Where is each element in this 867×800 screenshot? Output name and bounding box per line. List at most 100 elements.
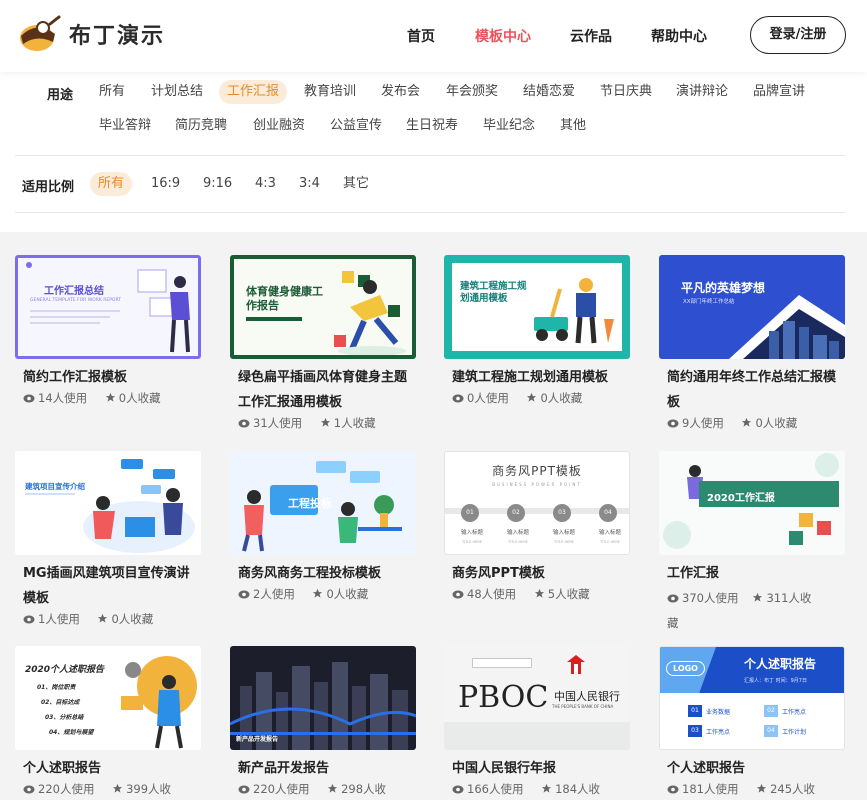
eye-icon [452, 394, 464, 403]
brand-logo[interactable]: 布丁演示 [17, 14, 165, 54]
ratio-filter-chip[interactable]: 其它 [335, 172, 377, 196]
template-thumbnail[interactable]: 2020个人述职报告 01、岗位职责 02、目标达成 03、分析总结 04、规划与展望 [15, 646, 201, 750]
template-thumbnail[interactable]: LOGO 个人述职报告 汇报人：布丁 时间：9月7日 01 业务数据 02 工作亮点 0… [659, 646, 845, 750]
top-header: 布丁演示 首页 模板中心 云作品 帮助中心 登录/注册 [0, 0, 867, 72]
thumb-item-sub: TITLE HERE [553, 540, 575, 544]
usage-filter-chip[interactable]: 其他 [552, 114, 594, 138]
template-title[interactable]: 工作汇报 [667, 561, 845, 586]
template-stats: 0人使用 0人收藏 [452, 390, 596, 406]
star-icon [328, 783, 338, 793]
nav-template-center[interactable]: 模板中心 [475, 26, 531, 46]
eye-icon [667, 419, 679, 428]
thumb-item-label: 工作计划 [782, 729, 807, 736]
worker-illustration-icon [534, 278, 614, 344]
usage-filter-chip[interactable]: 工作汇报 [219, 80, 288, 104]
thumb-item-label: 工作亮点 [706, 729, 731, 736]
usage-filter-chip[interactable]: 品牌宣讲 [745, 80, 813, 104]
thumb-item-number: 01 [688, 705, 702, 717]
ratio-filter-chip[interactable]: 16:9 [143, 172, 188, 196]
thumb-item: 04、规划与展望 [49, 729, 94, 736]
template-stats: 370人使用 311人收藏 [667, 586, 817, 636]
ratio-filter-chip[interactable]: 4:3 [247, 172, 284, 196]
usage-filter-chip[interactable]: 所有 [91, 80, 133, 104]
template-title[interactable]: 商务风PPT模板 [452, 561, 630, 586]
usage-filter-chip[interactable]: 毕业答辩 [91, 114, 159, 138]
star-icon [757, 783, 767, 793]
template-title[interactable]: 中国人民银行年报 [452, 756, 630, 781]
star-icon [527, 392, 537, 402]
usage-filter-chip[interactable]: 演讲辩论 [668, 80, 736, 104]
template-thumbnail[interactable]: 建筑工程施工规划通用模板 [444, 255, 630, 359]
eye-icon [238, 785, 250, 794]
usage-filter-chip[interactable]: 结婚恋爱 [515, 80, 583, 104]
thumb-subtitle-en: THE PEOPLE'S BANK OF CHINA [552, 704, 614, 709]
fav-count: 0人收藏 [526, 391, 582, 405]
usage-filter-chip[interactable]: 节日庆典 [592, 80, 660, 104]
pudding-logo-icon [17, 14, 61, 54]
template-thumbnail[interactable]: 工程投标 [230, 451, 416, 555]
thumb-title: 新产品开发报告 [236, 736, 279, 743]
thumb-item-number: 04 [764, 725, 778, 737]
usage-filter-chip[interactable]: 简历竞聘 [167, 114, 235, 138]
template-title[interactable]: 商务风商务工程投标模板 [238, 561, 416, 586]
ratio-filter-chip[interactable]: 3:4 [291, 172, 328, 196]
template-thumbnail[interactable]: 建筑项目宣传介绍 [15, 451, 201, 555]
thumb-subtitle: BUSINESS POWER POINT [492, 482, 582, 487]
nav-help-center[interactable]: 帮助中心 [651, 26, 707, 46]
usage-filter-chip[interactable]: 年会颁奖 [438, 80, 506, 104]
usage-filter-chip[interactable]: 创业融资 [245, 114, 313, 138]
template-stats: 220人使用 399人收 [23, 781, 185, 797]
use-count: 0人使用 [452, 391, 509, 405]
use-count: 31人使用 [238, 416, 302, 430]
thumb-title: 2020个人述职报告 [25, 665, 105, 675]
thumb-title: 工作汇报总结 [44, 286, 104, 297]
thumb-item-label: 输入标题 [506, 530, 529, 536]
usage-filter-chip[interactable]: 公益宣传 [322, 114, 390, 138]
thumb-title: 平凡的英雄梦想 [681, 281, 766, 295]
use-count: 220人使用 [23, 782, 94, 796]
template-thumbnail[interactable]: PBOC 中国人民银行 THE PEOPLE'S BANK OF CHINA [444, 646, 630, 750]
template-title[interactable]: 个人述职报告 [667, 756, 845, 781]
template-thumbnail[interactable]: 平凡的英雄梦想 XX部门年终工作总结 [659, 255, 845, 359]
thumb-item-number: 01 [461, 504, 479, 522]
template-title[interactable]: 新产品开发报告 [238, 756, 416, 781]
thumb-title: 2020工作汇报 [707, 493, 775, 504]
fav-count: 0人收藏 [741, 416, 797, 430]
template-thumbnail[interactable]: 体育健身健康工作报告 [230, 255, 416, 359]
template-title[interactable]: 简约通用年终工作总结汇报模板 [667, 365, 845, 415]
thumb-subtitle: XX部门年终工作总结 [683, 299, 735, 305]
thumb-logo: LOGO [666, 661, 705, 676]
template-thumbnail[interactable]: 新产品开发报告 [230, 646, 416, 750]
template-title[interactable]: 简约工作汇报模板 [23, 365, 201, 390]
template-thumbnail[interactable]: 2020工作汇报 [659, 451, 845, 555]
thumb-subtitle: 中国人民银行 [554, 690, 620, 703]
template-stats: 2人使用 0人收藏 [238, 586, 382, 602]
nav-home[interactable]: 首页 [407, 26, 435, 46]
use-count: 370人使用 [667, 591, 738, 605]
template-title[interactable]: MG插画风建筑项目宣传演讲模板 [23, 561, 201, 611]
login-register-button[interactable]: 登录/注册 [750, 16, 846, 54]
usage-filter-chip[interactable]: 生日祝寿 [398, 114, 466, 138]
ratio-filter-chip[interactable]: 所有 [90, 172, 133, 196]
template-title[interactable]: 个人述职报告 [23, 756, 201, 781]
fav-count: 298人收 [327, 782, 386, 796]
template-title[interactable]: 建筑工程施工规划通用模板 [452, 365, 630, 390]
template-title[interactable]: 绿色扁平插画风体育健身主题工作汇报通用模板 [238, 365, 416, 415]
usage-filter-chip[interactable]: 计划总结 [143, 80, 211, 104]
fav-count: 0人收藏 [312, 587, 368, 601]
template-stats: 48人使用 5人收藏 [452, 586, 604, 602]
template-stats: 166人使用 184人收 [452, 781, 614, 797]
person-illustration-icon [137, 269, 190, 353]
ratio-filter-chip[interactable]: 9:16 [195, 172, 240, 196]
template-thumbnail[interactable]: 商务风PPT模板 BUSINESS POWER POINT 01 输入标题 TITL… [444, 451, 630, 555]
thumb-item-number: 03 [688, 725, 702, 737]
usage-filter-chip[interactable]: 毕业纪念 [475, 114, 543, 138]
eye-icon [238, 419, 250, 428]
eye-icon [23, 615, 35, 624]
nav-cloud-works[interactable]: 云作品 [570, 26, 612, 46]
template-thumbnail[interactable]: 工作汇报总结 GENERAL TEMPLATE FOR WORK REPORT [15, 255, 201, 359]
thumb-title: 建筑项目宣传介绍 [25, 482, 85, 491]
usage-filter-chip[interactable]: 发布会 [373, 80, 428, 104]
usage-filter-chip[interactable]: 教育培训 [296, 80, 364, 104]
use-count: 181人使用 [667, 782, 738, 796]
